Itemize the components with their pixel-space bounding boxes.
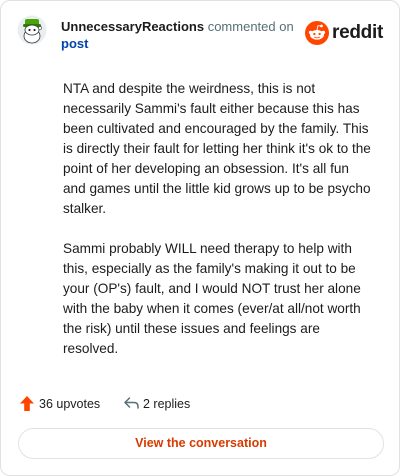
view-conversation-button[interactable]: View the conversation (18, 428, 384, 459)
reddit-logo[interactable]: reddit (305, 21, 385, 45)
comment-actions: 36 upvotes 2 replies (19, 394, 319, 414)
author-name[interactable]: UnnecessaryReactions (61, 19, 204, 34)
comment-meta: UnnecessaryReactions commented on post (61, 18, 301, 52)
action-text: commented on (207, 19, 294, 34)
upvote-arrow-icon (20, 396, 34, 411)
post-link[interactable]: post (61, 36, 88, 51)
comment-header: UnnecessaryReactions commented on post r… (17, 15, 385, 55)
reddit-snoo-icon (305, 21, 329, 45)
comment-paragraph-1: NTA and despite the weirdness, this is n… (63, 81, 371, 216)
reply-arrow-icon (124, 397, 139, 409)
comment-paragraph-2: Sammi probably WILL need therapy to help… (63, 241, 361, 356)
comment-body: NTA and despite the weirdness, this is n… (63, 79, 373, 379)
brand-name: reddit (332, 22, 383, 43)
user-avatar[interactable] (17, 15, 47, 45)
replies-label: 2 replies (143, 397, 191, 411)
embedded-comment-card: UnnecessaryReactions commented on post r… (0, 0, 400, 476)
upvotes-label: 36 upvotes (39, 397, 101, 411)
avatar-icon (17, 15, 47, 45)
